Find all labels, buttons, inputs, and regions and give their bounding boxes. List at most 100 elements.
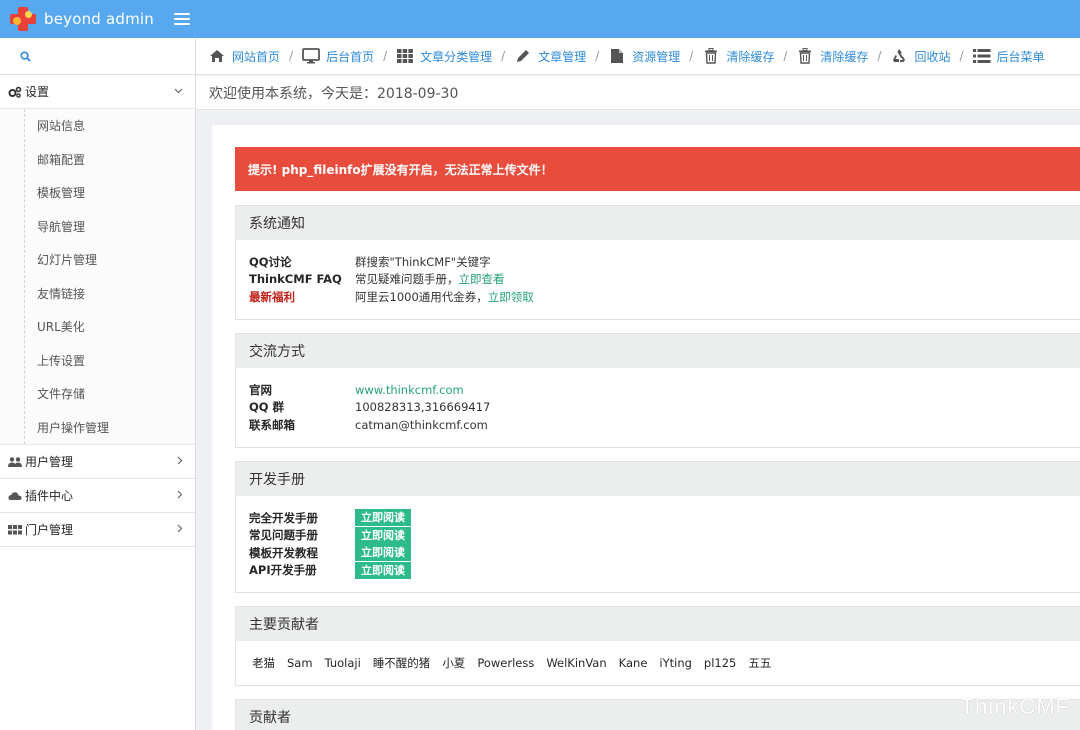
card-title: 交流方式 (236, 334, 1080, 368)
claim-coupon-link[interactable]: 立即领取 (488, 289, 534, 305)
sidebar-section-label: 插件中心 (25, 489, 74, 503)
grid-icon (8, 524, 22, 536)
chevron-down-icon (174, 86, 183, 97)
sidebar-section-label: 门户管理 (25, 523, 74, 537)
contributor-name: pl125 (703, 656, 737, 670)
manual-row: 完全开发手册 立即阅读 (249, 509, 1067, 527)
card-title: 开发手册 (236, 462, 1080, 496)
welcome-bar: 欢迎使用本系统，今天是：2018-09-30 (196, 76, 1080, 110)
watermark: ThinkCMF (960, 694, 1070, 719)
sidebar-section-settings[interactable]: 设置 (0, 75, 195, 109)
main-panel: 提示! php_fileinfo扩展没有开启，无法正常上传文件！ 系统通知 QQ… (212, 125, 1080, 730)
manual-row: 常见问题手册 立即阅读 (249, 526, 1067, 545)
manual-row: API开发手册 立即阅读 (249, 561, 1067, 580)
read-now-button[interactable]: 立即阅读 (355, 526, 411, 544)
logo-cross-icon (8, 5, 38, 33)
contact-row: QQ 群 100828313,316669417 (249, 400, 491, 415)
contributor-name: WelKinVan (546, 656, 607, 670)
sidebar-item-mail-config[interactable]: 邮箱配置 (0, 143, 195, 177)
view-faq-link[interactable]: 立即查看 (459, 271, 505, 287)
cloud-icon (8, 490, 22, 502)
sidebar-item-url-rewrite[interactable]: URL美化 (0, 310, 195, 344)
crumb-recycle-bin[interactable]: 回收站 (890, 48, 950, 65)
welcome-text: 欢迎使用本系统，今天是：2018-09-30 (209, 85, 459, 102)
crumb-article-manage[interactable]: 文章管理 (514, 48, 586, 65)
trash-icon (796, 48, 814, 64)
card-title: 主要贡献者 (236, 607, 1080, 641)
contributor-name: Kane (618, 656, 648, 670)
crumb-separator: / (689, 49, 694, 63)
contributor-list: 老猫 Sam Tuolaji 睡不醒的猪 小夏 Powerless WelKin… (252, 653, 1064, 673)
trash-icon (702, 48, 720, 64)
sidebar-item-templates[interactable]: 模板管理 (0, 176, 195, 210)
recycle-icon (890, 48, 908, 64)
sidebar-section-plugins[interactable]: 插件中心 (0, 479, 195, 513)
card-title: 系统通知 (236, 206, 1080, 240)
crumb-site-home[interactable]: 网站首页 (208, 48, 280, 65)
contributor-name: Tuolaji (324, 656, 361, 670)
crumb-admin-menu[interactable]: 后台菜单 (972, 48, 1045, 65)
logo-text: beyond admin (44, 10, 155, 28)
notice-row: ThinkCMF FAQ 常见疑难问题手册， 立即查看 (249, 271, 505, 287)
sidebar-section-users[interactable]: 用户管理 (0, 445, 195, 479)
crumb-separator: / (595, 49, 600, 63)
contributor-name: Powerless (477, 656, 535, 670)
file-icon (608, 48, 626, 64)
top-navbar: beyond admin (0, 0, 1080, 38)
sidebar-item-site-info[interactable]: 网站信息 (0, 109, 195, 143)
crumb-separator: / (959, 49, 964, 63)
sidebar-item-user-actions[interactable]: 用户操作管理 (0, 411, 195, 445)
sidebar-item-navigation[interactable]: 导航管理 (0, 210, 195, 244)
crumb-clear-cache-2[interactable]: 清除缓存 (796, 48, 868, 65)
logo[interactable]: beyond admin (8, 5, 154, 33)
contributor-name: 五五 (748, 656, 772, 670)
users-icon (8, 456, 22, 468)
fileinfo-alert: 提示! php_fileinfo扩展没有开启，无法正常上传文件！ (235, 147, 1080, 191)
website-link[interactable]: www.thinkcmf.com (355, 383, 464, 397)
home-icon (208, 48, 226, 64)
crumb-separator: / (783, 49, 788, 63)
search-icon (20, 50, 31, 62)
contributor-name: 睡不醒的猪 (372, 656, 431, 670)
contributor-name: Sam (287, 656, 313, 670)
read-now-button[interactable]: 立即阅读 (355, 561, 411, 579)
contributor-name: 小夏 (442, 656, 466, 670)
card-system-notice: 系统通知 QQ讨论 群搜索"ThinkCMF"关键字 ThinkCMF FAQ … (235, 205, 1080, 320)
sidebar-item-links[interactable]: 友情链接 (0, 277, 195, 311)
contributor-name: iYting (659, 656, 692, 670)
cogs-icon (8, 86, 22, 98)
card-main-contributors: 主要贡献者 老猫 Sam Tuolaji 睡不醒的猪 小夏 Powerless … (235, 606, 1080, 686)
th-icon (396, 48, 414, 64)
sidebar-item-slides[interactable]: 幻灯片管理 (0, 243, 195, 277)
crumb-article-category[interactable]: 文章分类管理 (396, 48, 492, 65)
sidebar-item-file-storage[interactable]: 文件存储 (0, 377, 195, 411)
crumb-clear-cache[interactable]: 清除缓存 (702, 48, 774, 65)
read-now-button[interactable]: 立即阅读 (355, 509, 411, 527)
card-contact: 交流方式 官网 www.thinkcmf.com QQ 群 100828313,… (235, 333, 1080, 448)
crumb-resources[interactable]: 资源管理 (608, 48, 680, 65)
contact-row: 联系邮箱 catman@thinkcmf.com (249, 417, 488, 432)
chevron-right-icon (177, 456, 183, 468)
chevron-right-icon (177, 490, 183, 502)
pencil-icon (514, 48, 532, 64)
crumb-admin-home[interactable]: 后台首页 (302, 48, 374, 65)
crumb-separator: / (501, 49, 506, 63)
card-contributors: 贡献者 (235, 699, 1080, 730)
menu-toggle-icon[interactable] (174, 13, 191, 25)
sidebar-section-label: 设置 (25, 85, 50, 99)
alert-text: 提示! php_fileinfo扩展没有开启，无法正常上传文件！ (248, 162, 553, 177)
crumb-separator: / (877, 49, 882, 63)
sidebar-item-upload-settings[interactable]: 上传设置 (0, 344, 195, 378)
read-now-button[interactable]: 立即阅读 (355, 544, 411, 562)
sidebar-section-portal[interactable]: 门户管理 (0, 513, 195, 547)
card-title: 贡献者 (236, 700, 1080, 730)
list-icon (972, 48, 991, 64)
contact-row: 官网 www.thinkcmf.com (249, 382, 464, 397)
sidebar-search[interactable] (0, 38, 195, 75)
notice-row: 最新福利 阿里云1000通用代金券， 立即领取 (249, 289, 534, 305)
sidebar: 设置 网站信息 邮箱配置 模板管理 导航管理 幻灯片管理 友情链接 URL美化 … (0, 38, 196, 730)
sidebar-section-label: 用户管理 (25, 455, 74, 469)
notice-row: QQ讨论 群搜索"ThinkCMF"关键字 (249, 254, 491, 269)
desktop-icon (302, 48, 320, 64)
card-dev-manual: 开发手册 完全开发手册 立即阅读 常见问题手册 立即阅读 模板开发教程 立即阅读… (235, 461, 1080, 593)
